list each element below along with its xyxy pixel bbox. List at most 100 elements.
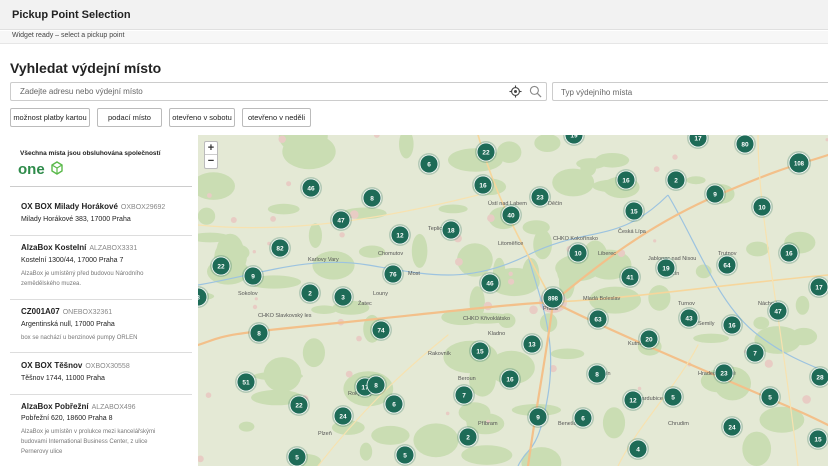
- map-cluster-marker[interactable]: 6: [572, 407, 594, 429]
- map-cluster-marker[interactable]: 23: [713, 362, 735, 384]
- map-cluster-marker[interactable]: 13: [521, 333, 543, 355]
- map-cluster-count: 22: [217, 263, 225, 270]
- pickup-type-select[interactable]: Typ výdejního místa: [552, 82, 828, 101]
- map-cluster-marker[interactable]: 43: [678, 307, 700, 329]
- pickup-type-placeholder: Typ výdejního místa: [561, 88, 633, 97]
- map[interactable]: Karlovy Vary CHKO Slavkovský les CHKO Křiv…: [198, 135, 828, 466]
- map-cluster-marker[interactable]: 2: [299, 282, 321, 304]
- map-place-label: Karlovy Vary: [308, 257, 339, 263]
- map-cluster-marker[interactable]: 16: [615, 169, 637, 191]
- map-cluster-marker[interactable]: 16: [499, 368, 521, 390]
- map-cluster-marker[interactable]: 47: [767, 300, 789, 322]
- map-cluster-marker[interactable]: 16: [472, 174, 494, 196]
- map-cluster-marker[interactable]: 76: [382, 263, 404, 285]
- map-cluster-marker[interactable]: 18: [440, 219, 462, 241]
- filter-dropoff-button[interactable]: podací místo: [97, 108, 162, 127]
- map-cluster-count: 10: [758, 204, 766, 211]
- map-cluster-marker[interactable]: 24: [332, 405, 354, 427]
- map-cluster-count: 16: [479, 182, 487, 189]
- status-text: Widget ready – select a pickup point: [12, 32, 125, 39]
- map-cluster-count: 63: [594, 316, 602, 323]
- map-cluster-marker[interactable]: 74: [370, 319, 392, 341]
- map-cluster-marker[interactable]: 8: [248, 322, 270, 344]
- map-cluster-marker[interactable]: 22: [475, 141, 497, 163]
- locate-icon[interactable]: [509, 85, 522, 98]
- map-cluster-marker[interactable]: 6: [418, 153, 440, 175]
- list-item[interactable]: CZ001A07 ONEBOX32361 Argentinská null, 17…: [10, 300, 192, 353]
- list-item[interactable]: OX BOX Těšnov OXBOX30558 Těšnov 1744, 110…: [10, 353, 192, 395]
- map-cluster-count: 898: [548, 296, 559, 302]
- search-input[interactable]: [11, 83, 491, 100]
- map-cluster-marker[interactable]: 10: [567, 242, 589, 264]
- map-cluster-marker[interactable]: 20: [638, 328, 660, 350]
- list-item[interactable]: OX BOX Milady Horákové OXBOX29692 Milady …: [10, 187, 192, 236]
- search-icon[interactable]: [529, 85, 542, 98]
- map-cluster-count: 22: [482, 149, 490, 156]
- item-title: AlzaBox Pobřežní ALZABOX496: [21, 402, 136, 411]
- filter-saturday-button[interactable]: otevřeno v sobotu: [169, 108, 235, 127]
- map-cluster-marker[interactable]: 12: [389, 224, 411, 246]
- map-cluster-marker[interactable]: 12: [622, 389, 644, 411]
- map-cluster-marker[interactable]: 5: [394, 444, 416, 466]
- map-cluster-marker[interactable]: 8: [361, 187, 383, 209]
- map-cluster-marker[interactable]: 7: [744, 342, 766, 364]
- list-item[interactable]: AlzaBox Pobřežní ALZABOX496 Pobřežní 620,…: [10, 395, 192, 466]
- carrier-note: Všechna místa jsou obsluhována společnos…: [20, 150, 161, 157]
- map-cluster-marker[interactable]: 15: [469, 340, 491, 362]
- map-cluster-marker[interactable]: 5: [759, 386, 781, 408]
- title-bar: Pickup Point Selection: [0, 0, 828, 30]
- map-cluster-marker[interactable]: 898: [541, 286, 565, 310]
- map-cluster-count: 23: [536, 194, 544, 201]
- map-cluster-marker[interactable]: 40: [500, 204, 522, 226]
- map-cluster-count: 7: [462, 392, 466, 399]
- map-cluster-marker[interactable]: 7: [453, 384, 475, 406]
- map-cluster-marker[interactable]: 2: [457, 426, 479, 448]
- filter-sunday-button[interactable]: otevřeno v neděli: [242, 108, 311, 127]
- map-cluster-count: 16: [622, 177, 630, 184]
- map-cluster-marker[interactable]: 5: [662, 386, 684, 408]
- map-cluster-count: 7: [753, 350, 757, 357]
- map-cluster-count: 108: [794, 161, 805, 167]
- map-cluster-marker[interactable]: 22: [288, 394, 310, 416]
- map-cluster-marker[interactable]: 16: [721, 314, 743, 336]
- map-cluster-marker[interactable]: 46: [479, 272, 501, 294]
- map-cluster-marker[interactable]: 47: [330, 209, 352, 231]
- map-cluster-count: 47: [774, 308, 782, 315]
- map-cluster-marker[interactable]: 15: [807, 428, 828, 450]
- map-cluster-marker[interactable]: 10: [751, 196, 773, 218]
- map-cluster-marker[interactable]: 82: [269, 237, 291, 259]
- map-cluster-marker[interactable]: 16: [778, 242, 800, 264]
- map-cluster-marker[interactable]: 22: [210, 255, 232, 277]
- map-cluster-marker[interactable]: 51: [235, 371, 257, 393]
- map-cluster-marker[interactable]: 3: [332, 286, 354, 308]
- map-cluster-marker[interactable]: 9: [242, 265, 264, 287]
- list-item[interactable]: AlzaBox Kostelní ALZABOX3331 Kostelní 130…: [10, 236, 192, 300]
- map-cluster-count: 80: [741, 141, 749, 148]
- zoom-out-button[interactable]: −: [205, 155, 217, 168]
- map-cluster-marker[interactable]: 19: [655, 257, 677, 279]
- map-cluster-marker[interactable]: 9: [527, 406, 549, 428]
- map-cluster-marker[interactable]: 24: [721, 416, 743, 438]
- map-cluster-marker[interactable]: 8: [586, 363, 608, 385]
- map-cluster-marker[interactable]: 64: [716, 254, 738, 276]
- map-cluster-marker[interactable]: 23: [529, 186, 551, 208]
- map-cluster-marker[interactable]: 6: [383, 393, 405, 415]
- map-cluster-marker[interactable]: 41: [619, 266, 641, 288]
- map-place-label: Žatec: [358, 299, 372, 307]
- map-cluster-marker[interactable]: 9: [704, 183, 726, 205]
- zoom-in-button[interactable]: +: [205, 142, 217, 155]
- map-cluster-marker[interactable]: 108: [787, 151, 811, 175]
- window-title: Pickup Point Selection: [12, 9, 131, 21]
- map-cluster-count: 24: [339, 413, 347, 420]
- map-cluster-count: 8: [374, 382, 378, 389]
- map-cluster-marker[interactable]: 15: [623, 200, 645, 222]
- filter-card-payment-button[interactable]: možnost platby kartou: [10, 108, 90, 127]
- map-cluster-marker[interactable]: 8: [365, 374, 387, 396]
- map-cluster-marker[interactable]: 2: [665, 169, 687, 191]
- map-cluster-count: 82: [276, 245, 284, 252]
- map-canvas[interactable]: Karlovy Vary CHKO Slavkovský les CHKO Křiv…: [198, 135, 828, 466]
- map-cluster-count: 8: [257, 330, 261, 337]
- map-cluster-marker[interactable]: 4: [627, 438, 649, 460]
- map-cluster-marker[interactable]: 63: [587, 308, 609, 330]
- map-cluster-marker[interactable]: 46: [300, 177, 322, 199]
